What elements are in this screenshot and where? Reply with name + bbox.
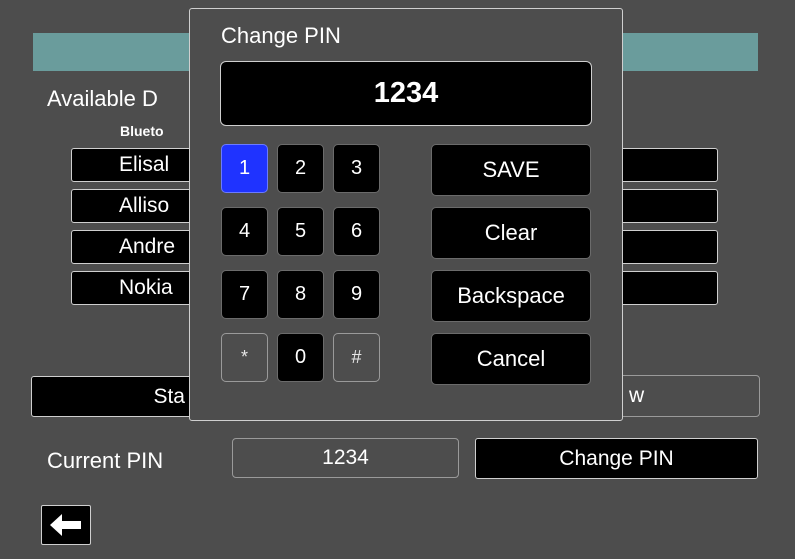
device-item-2-right[interactable] [610,189,718,223]
device-label: Andre [119,235,176,258]
key-5[interactable]: 5 [277,207,324,256]
pin-display-value: 1234 [373,77,439,109]
device-item-1-right[interactable] [610,148,718,182]
right-action-label: w [629,384,645,407]
back-button[interactable] [41,505,91,545]
device-item-4[interactable]: Nokia [71,271,201,305]
change-pin-dialog: Change PIN 1234 1 2 3 4 5 6 7 8 9 * 0 # … [189,8,623,421]
dialog-title: Change PIN [221,23,341,48]
device-item-1[interactable]: Elisal [71,148,201,182]
device-label: Alliso [119,194,170,217]
current-pin-text: 1234 [322,446,369,469]
key-hash[interactable]: # [333,333,380,382]
save-button[interactable]: SAVE [431,144,591,196]
key-label: # [351,347,362,367]
device-item-2[interactable]: Alliso [71,189,201,223]
key-7[interactable]: 7 [221,270,268,319]
key-label: 0 [294,346,307,368]
current-pin-value: 1234 [232,438,459,478]
key-6[interactable]: 6 [333,207,380,256]
start-button[interactable]: Sta [31,376,206,417]
device-item-4-right[interactable] [610,271,718,305]
key-label: 7 [238,283,251,305]
right-action-button[interactable]: w [600,375,760,417]
arrow-left-icon [50,514,81,536]
key-4[interactable]: 4 [221,207,268,256]
key-label: 1 [238,157,251,179]
key-label: 2 [294,157,307,179]
key-1[interactable]: 1 [221,144,268,193]
cancel-button[interactable]: Cancel [431,333,591,385]
key-star[interactable]: * [221,333,268,382]
change-pin-button-label: Change PIN [559,446,674,470]
key-label: 8 [294,283,307,305]
device-item-3-right[interactable] [610,230,718,264]
change-pin-button[interactable]: Change PIN [475,438,758,479]
key-2[interactable]: 2 [277,144,324,193]
current-pin-label: Current PIN [47,448,164,473]
key-label: * [240,347,248,367]
backspace-button-label: Backspace [457,283,565,308]
bluetooth-label: Blueto [120,123,164,139]
device-label: Nokia [119,276,173,299]
key-0[interactable]: 0 [277,333,324,382]
key-label: 6 [350,220,363,242]
key-3[interactable]: 3 [333,144,380,193]
cancel-button-label: Cancel [476,346,546,371]
key-label: 9 [350,283,363,305]
pin-display: 1234 [220,61,592,126]
device-label: Elisal [119,153,170,176]
key-label: 4 [238,220,251,242]
key-9[interactable]: 9 [333,270,380,319]
key-label: 5 [294,220,307,242]
clear-button[interactable]: Clear [431,207,591,259]
backspace-button[interactable]: Backspace [431,270,591,322]
key-label: 3 [350,157,363,179]
key-8[interactable]: 8 [277,270,324,319]
device-item-3[interactable]: Andre [71,230,201,264]
save-button-label: SAVE [482,157,540,182]
available-devices-label: Available D [47,86,158,111]
start-button-label: Sta [153,384,185,408]
clear-button-label: Clear [484,220,538,245]
